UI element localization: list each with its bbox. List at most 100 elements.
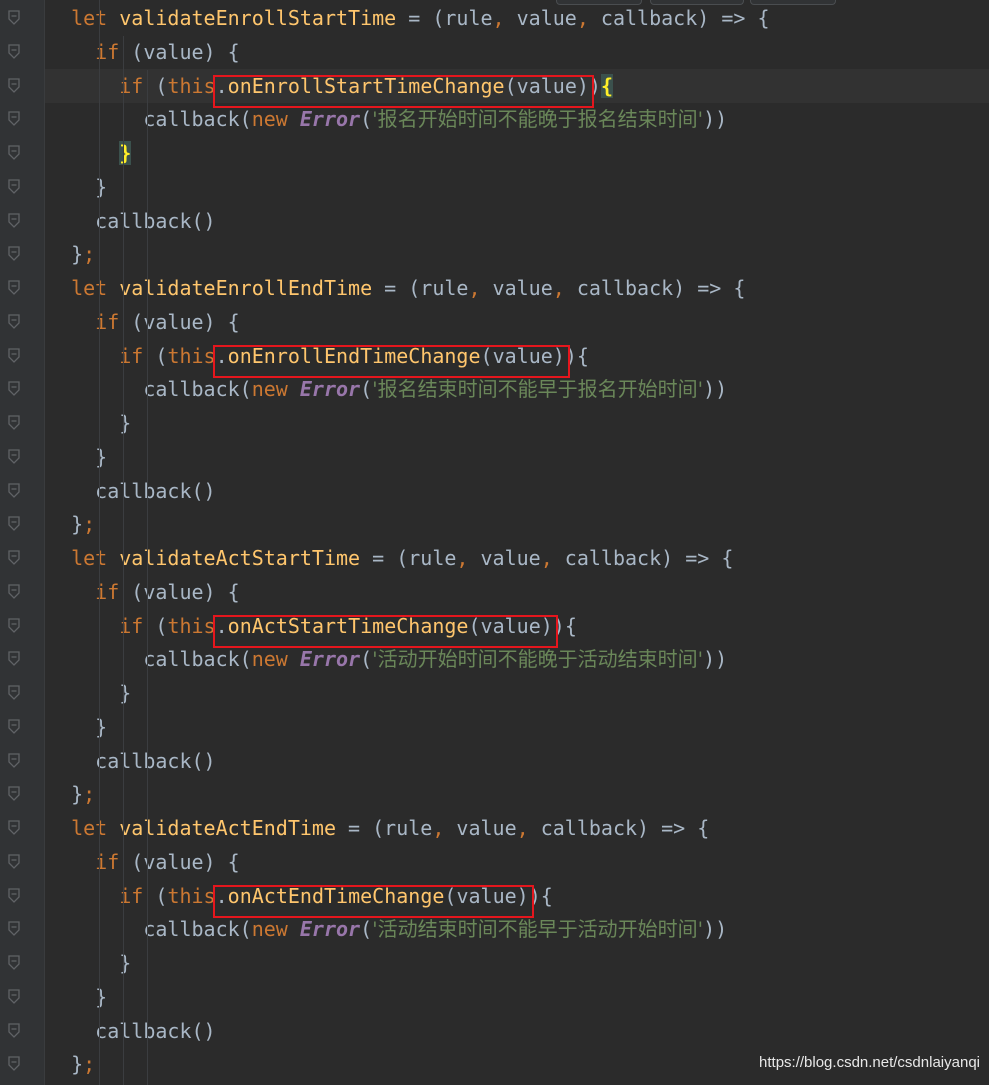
code-line[interactable]: callback() [45, 744, 989, 778]
code-line[interactable]: callback() [45, 474, 989, 508]
code-line[interactable]: let validateActStartTime = (rule, value,… [45, 541, 989, 575]
punctuation-token: ; [83, 512, 96, 537]
code-line[interactable]: }; [45, 777, 989, 811]
code-token: )) [703, 377, 728, 402]
code-line[interactable]: } [45, 980, 989, 1014]
code-token: value [504, 6, 577, 30]
this-keyword-token: this [167, 883, 216, 908]
fold-marker-icon[interactable] [6, 347, 22, 365]
fold-marker-icon[interactable] [6, 1022, 22, 1040]
fold-marker-icon[interactable] [6, 650, 22, 668]
keyword-token: let [71, 276, 120, 300]
code-token: = (rule [336, 816, 433, 840]
punctuation-token: , [540, 546, 553, 570]
string-literal-token: '活动结束时间不能早于活动开始时间' [372, 917, 704, 942]
fold-marker-icon[interactable] [6, 887, 22, 905]
code-line[interactable]: let validateEnrollEndTime = (rule, value… [45, 271, 989, 305]
code-line[interactable]: } [45, 710, 989, 744]
code-line[interactable]: } [45, 170, 989, 204]
fold-marker-icon[interactable] [6, 448, 22, 466]
code-token: callback() [95, 208, 216, 233]
fold-marker-icon[interactable] [6, 178, 22, 196]
fold-marker-icon[interactable] [6, 988, 22, 1006]
fold-marker-icon[interactable] [6, 9, 22, 27]
fold-marker-icon[interactable] [6, 380, 22, 398]
punctuation-token: , [468, 276, 481, 300]
fold-marker-icon[interactable] [6, 583, 22, 601]
fold-marker-icon[interactable] [6, 920, 22, 938]
fold-marker-icon[interactable] [6, 110, 22, 128]
fold-marker-icon[interactable] [6, 954, 22, 972]
fold-marker-icon[interactable] [6, 245, 22, 263]
code-token: callback() [95, 478, 216, 503]
annotation-highlight-box [212, 614, 558, 648]
fold-marker-icon[interactable] [6, 77, 22, 95]
fold-marker-icon[interactable] [6, 515, 22, 533]
fold-marker-icon[interactable] [6, 617, 22, 635]
keyword-token: new [251, 377, 300, 402]
indent-guide [99, 0, 100, 1085]
code-token: (value) { [119, 849, 240, 874]
fold-marker-icon[interactable] [6, 819, 22, 837]
fold-marker-icon[interactable] [6, 853, 22, 871]
fold-marker-icon[interactable] [6, 1055, 22, 1073]
code-token: } [95, 714, 108, 739]
fold-marker-icon[interactable] [6, 144, 22, 162]
code-token: ( [360, 107, 373, 132]
fold-marker-icon[interactable] [6, 785, 22, 803]
code-line[interactable]: } [45, 440, 989, 474]
code-line[interactable]: callback() [45, 1014, 989, 1048]
fold-marker-icon[interactable] [6, 482, 22, 500]
code-line[interactable]: if (value) { [45, 35, 989, 69]
code-token: )) [703, 917, 728, 942]
code-token: (value) { [119, 309, 240, 334]
matched-brace-token: { [600, 73, 613, 98]
fold-marker-icon[interactable] [6, 279, 22, 297]
code-line[interactable]: } [45, 136, 989, 170]
code-line[interactable]: }; [45, 237, 989, 271]
fold-marker-icon[interactable] [6, 718, 22, 736]
fold-marker-icon[interactable] [6, 212, 22, 230]
punctuation-token: , [576, 6, 589, 30]
code-line[interactable]: if (value) { [45, 845, 989, 879]
code-line[interactable]: if (value) { [45, 305, 989, 339]
code-line[interactable]: let validateEnrollStartTime = (rule, val… [45, 1, 989, 35]
fold-marker-icon[interactable] [6, 414, 22, 432]
code-editor[interactable]: let validateEnrollStartTime = (rule, val… [45, 0, 989, 1085]
code-line[interactable]: callback() [45, 204, 989, 238]
keyword-token: new [251, 917, 300, 942]
code-line[interactable]: }; [45, 507, 989, 541]
editor-gutter [0, 0, 44, 1085]
indent-guide [147, 70, 148, 1085]
code-token: } [119, 681, 132, 705]
code-line[interactable]: if (value) { [45, 575, 989, 609]
code-line[interactable]: } [45, 406, 989, 440]
class-name-token: Error [299, 377, 361, 402]
watermark-url: https://blog.csdn.net/csdnlaiyanqi [759, 1054, 980, 1071]
code-token: callback() [95, 1018, 216, 1043]
code-token: value [444, 816, 517, 840]
code-line[interactable]: let validateActEndTime = (rule, value, c… [45, 811, 989, 845]
fold-marker-icon[interactable] [6, 684, 22, 702]
code-line[interactable]: } [45, 946, 989, 980]
fold-marker-icon[interactable] [6, 43, 22, 61]
fold-marker-icon[interactable] [6, 549, 22, 567]
fold-marker-icon[interactable] [6, 313, 22, 331]
code-token: callback( [143, 647, 252, 672]
code-line[interactable]: } [45, 676, 989, 710]
fold-marker-icon[interactable] [6, 752, 22, 770]
